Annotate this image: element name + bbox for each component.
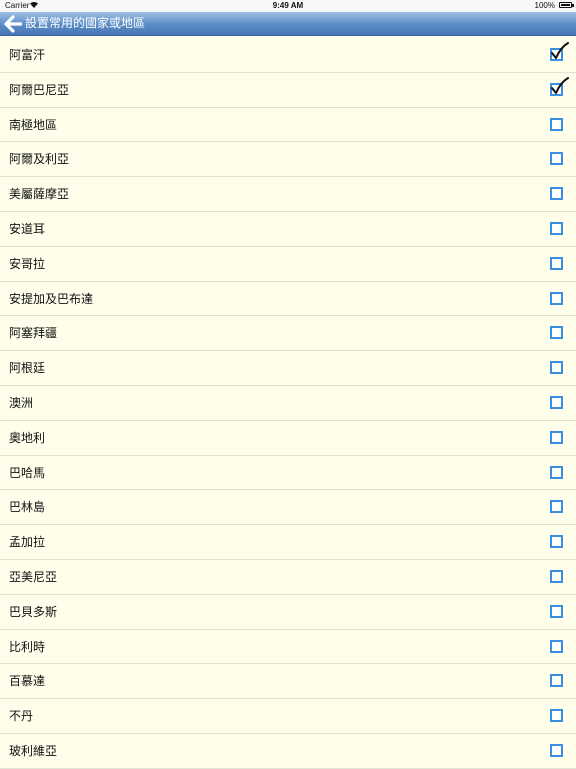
country-name: 奧地利 (9, 430, 46, 445)
country-row[interactable]: 孟加拉 (0, 525, 576, 560)
checkbox[interactable] (550, 709, 563, 723)
back-arrow-icon[interactable] (4, 15, 23, 33)
country-name: 亞美尼亞 (9, 569, 58, 584)
checkbox[interactable] (550, 291, 563, 305)
country-name: 美屬薩摩亞 (9, 187, 70, 202)
checkbox[interactable] (550, 395, 563, 409)
country-name: 安提加及巴布達 (9, 291, 94, 306)
country-name: 安哥拉 (9, 256, 46, 271)
checkbox[interactable] (550, 152, 563, 166)
country-row[interactable]: 安哥拉 (0, 247, 576, 282)
country-name: 孟加拉 (9, 535, 46, 550)
country-row[interactable]: 巴貝多斯 (0, 595, 576, 630)
country-row[interactable]: 阿爾及利亞 (0, 142, 576, 178)
country-list: 阿富汗阿爾巴尼亞南極地區阿爾及利亞美屬薩摩亞安道耳安哥拉安提加及巴布達 阿塞拜疆阿… (0, 38, 576, 769)
checkbox[interactable] (550, 569, 563, 583)
checkbox[interactable] (550, 326, 563, 340)
checkbox[interactable] (550, 361, 563, 375)
battery-icon (559, 2, 572, 8)
checkbox[interactable] (550, 639, 563, 653)
checkmark-icon (551, 42, 569, 59)
checkbox[interactable] (550, 535, 563, 549)
country-row[interactable]: 百慕達 (0, 664, 576, 700)
status-bar: Carrier 9:49 AM 100% (0, 0, 576, 12)
country-name: 阿富汗 (9, 48, 46, 62)
country-row[interactable]: 安道耳 (0, 212, 576, 247)
country-row[interactable]: 阿爾巴尼亞 (0, 73, 576, 108)
country-row[interactable]: 比利時 (0, 630, 576, 665)
battery-percent: 100% (534, 1, 555, 10)
country-name: 澳洲 (9, 395, 34, 410)
page-title: 設置常用的國家或地區 (25, 16, 146, 30)
country-row[interactable]: 不丹 (0, 699, 576, 734)
checkbox[interactable] (550, 117, 563, 131)
country-row[interactable]: 澳洲 (0, 386, 576, 421)
country-name: 百慕達 (9, 674, 46, 689)
country-row[interactable]: 巴林島 (0, 490, 576, 526)
navigation-bar: 設置常用的國家或地區 (0, 12, 576, 36)
country-name: 巴哈馬 (9, 465, 46, 480)
checkbox[interactable] (550, 674, 563, 688)
country-row[interactable]: 巴哈馬 (0, 456, 576, 491)
country-name: 南極地區 (9, 117, 58, 132)
country-row[interactable]: 阿根廷 (0, 351, 576, 386)
clock: 9:49 AM (272, 1, 304, 10)
checkbox[interactable] (550, 187, 563, 201)
country-row[interactable]: 安提加及巴布達 (0, 282, 576, 317)
country-name: 安道耳 (9, 221, 46, 236)
country-row[interactable]: 南極地區 (0, 108, 576, 143)
checkbox[interactable] (550, 465, 563, 479)
country-row[interactable]: 阿富汗 (0, 38, 576, 73)
country-name: 阿根廷 (9, 361, 46, 376)
country-name: 阿爾及利亞 (9, 152, 70, 167)
country-name: 巴林島 (9, 500, 46, 515)
country-row[interactable]: 亞美尼亞 (0, 560, 576, 595)
checkbox[interactable] (550, 604, 563, 618)
battery-tip (572, 4, 574, 7)
checkmark-icon (551, 76, 569, 94)
checkbox[interactable] (550, 500, 563, 514)
country-name: 阿塞拜疆 (9, 326, 58, 341)
country-name: 巴貝多斯 (9, 604, 58, 619)
checkbox[interactable] (550, 743, 563, 757)
country-row[interactable]: 美屬薩摩亞 (0, 177, 576, 212)
checkbox[interactable] (550, 221, 563, 235)
country-name: 比利時 (9, 639, 46, 654)
checkbox[interactable] (550, 256, 563, 270)
country-name: 阿爾巴尼亞 (9, 82, 70, 97)
checkbox[interactable] (550, 430, 563, 444)
country-name: 玻利維亞 (9, 743, 58, 758)
country-name: 不丹 (9, 709, 34, 724)
country-row[interactable]: 奧地利 (0, 421, 576, 456)
country-row[interactable]: 阿塞拜疆 (0, 316, 576, 352)
country-row[interactable]: 玻利維亞 (0, 734, 576, 769)
